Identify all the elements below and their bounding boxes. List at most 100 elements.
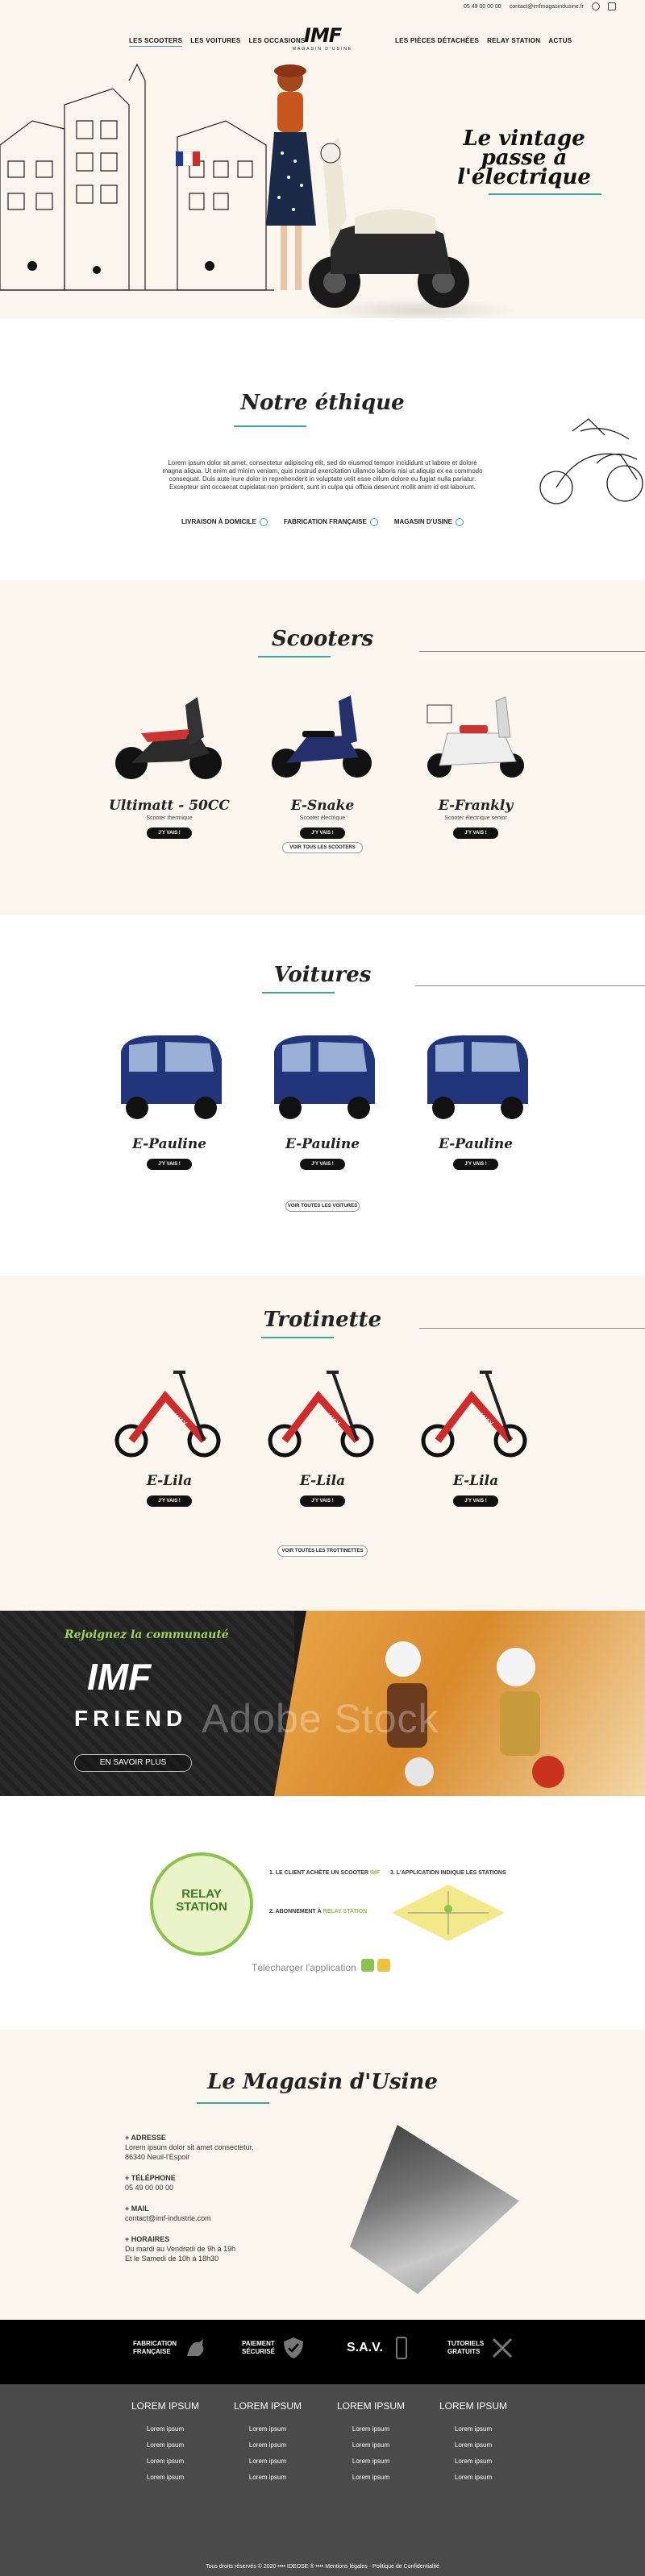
scooter-ultimatt-image (115, 697, 222, 779)
store-buttons (361, 1959, 390, 1972)
car-epauline-image (274, 1035, 375, 1119)
badge-magasin: MAGASIN D'USINE (394, 518, 464, 526)
title-rule (419, 651, 645, 652)
tools-icon (493, 2337, 513, 2358)
nav-pieces[interactable]: LES PIÈCES DÉTACHÉES (395, 37, 479, 47)
footer-link[interactable]: Lorem ipsum (117, 2454, 214, 2470)
download-app-label[interactable]: Télécharger l'application (252, 1962, 356, 1973)
product-name: E-Lila (452, 1473, 499, 1489)
hours-label: + HORAIRES (125, 2235, 170, 2243)
go-button[interactable]: J'Y VAIS ! (147, 1159, 192, 1170)
go-button[interactable]: J'Y VAIS ! (300, 828, 345, 839)
product-card[interactable]: E-Frankly Scooter électrique senior J'Y … (411, 689, 540, 839)
badge-label: MAGASIN D'USINE (393, 518, 452, 526)
footer-link[interactable]: Lorem ipsum (425, 2421, 522, 2437)
car-epauline-image (121, 1035, 222, 1119)
footer-column: LOREM IPSUM Lorem ipsum Lorem ipsum Lore… (425, 2400, 522, 2486)
car-epauline-image (427, 1035, 528, 1119)
phone-icon (395, 2337, 407, 2359)
magasin-title: Le Magasin d'Usine (207, 2070, 438, 2094)
go-button[interactable]: J'Y VAIS ! (300, 1495, 345, 1507)
trottinettes-list: E-WAY E-Lila J'Y VAIS ! E-WAY E-Lila J'Y… (105, 1364, 540, 1507)
relay-step-3: 3. L'APPLICATION INDIQUE LES STATIONS (390, 1870, 506, 1876)
go-button[interactable]: J'Y VAIS ! (453, 828, 498, 839)
shield-check-icon (283, 2337, 303, 2358)
scooter-esnake-image (272, 695, 372, 778)
scooters-title: Scooters (271, 627, 374, 651)
go-button[interactable]: J'Y VAIS ! (147, 1495, 192, 1507)
go-button[interactable]: J'Y VAIS ! (453, 1159, 498, 1170)
store-phone[interactable]: 05 49 00 00 00 (125, 2183, 286, 2192)
product-name: E-Snake (290, 798, 355, 814)
see-all-scooters-button[interactable]: VOIR TOUS LES SCOOTERS (282, 842, 363, 853)
copyright: Tous droits réservés © 2020 •••• IDEOSE … (206, 2564, 439, 2570)
product-card[interactable]: E-Snake Scooter électrique J'Y VAIS ! (258, 689, 387, 839)
product-card[interactable]: E-Pauline J'Y VAIS ! (411, 1027, 540, 1170)
product-desc: Scooter thermique (146, 815, 193, 821)
logo-mark: IMF (303, 24, 342, 47)
store-mail[interactable]: contact@imf-industrie.com (125, 2213, 286, 2223)
footer-link[interactable]: Lorem ipsum (425, 2470, 522, 2486)
footer-link[interactable]: Lorem ipsum (219, 2454, 316, 2470)
learn-more-button[interactable]: EN SAVOIR PLUS (74, 1754, 192, 1772)
product-card[interactable]: E-WAY E-Lila J'Y VAIS ! (105, 1364, 234, 1507)
store-photo (350, 2125, 519, 2294)
footer-link[interactable]: Lorem ipsum (425, 2454, 522, 2470)
trottinette-elila-image: E-WAY (268, 1371, 374, 1458)
footer-link[interactable]: Lorem ipsum (219, 2470, 316, 2486)
service-sav: S.A.V. (347, 2336, 414, 2360)
relay-section: RELAY STATION 1. LE CLIENT ACHÈTE UN SCO… (0, 1796, 645, 2030)
footer-link[interactable]: Lorem ipsum (117, 2470, 214, 2486)
google-play-icon[interactable] (361, 1959, 374, 1972)
service-tutoriels: TUTORIELS GRATUITS (447, 2336, 514, 2360)
nav-relay-station[interactable]: RELAY STATION (487, 37, 540, 47)
voitures-list: E-Pauline J'Y VAIS ! E-Pauline J'Y VAIS … (105, 1027, 540, 1170)
footer-link[interactable]: Lorem ipsum (322, 2421, 419, 2437)
cart-icon[interactable] (608, 2, 616, 10)
app-store-icon[interactable] (377, 1959, 390, 1972)
scooters-section: Scooters Ultimatt - 50CC Scooter thermiq… (0, 580, 645, 915)
see-all-cars-button[interactable]: VOIR TOUTES LES VOITURES (285, 1201, 360, 1212)
footer-link[interactable]: Lorem ipsum (322, 2470, 419, 2486)
product-card[interactable]: Ultimatt - 50CC Scooter thermique J'Y VA… (105, 689, 234, 839)
header-email[interactable]: contact@imfmagasindusine.fr (510, 4, 584, 10)
city-sketch-illustration (0, 63, 274, 291)
rooster-icon (187, 2339, 204, 2356)
footer-link[interactable]: Lorem ipsum (219, 2437, 316, 2454)
see-all-trottinettes-button[interactable]: VOIR TOUTES LES TROTTINETTES (277, 1545, 368, 1557)
footer-link[interactable]: Lorem ipsum (219, 2421, 316, 2437)
title-underline (197, 2102, 269, 2104)
account-icon[interactable] (592, 2, 600, 10)
go-button[interactable]: J'Y VAIS ! (147, 828, 192, 839)
footer-link[interactable]: Lorem ipsum (322, 2454, 419, 2470)
go-button[interactable]: J'Y VAIS ! (300, 1159, 345, 1170)
relay-step-1: 1. LE CLIENT ACHÈTE UN SCOOTER IMF (269, 1870, 381, 1876)
product-card[interactable]: E-WAY E-Lila J'Y VAIS ! (411, 1364, 540, 1507)
product-name: E-Pauline (131, 1136, 207, 1152)
product-desc: Scooter électrique senior (444, 815, 507, 821)
go-button[interactable]: J'Y VAIS ! (453, 1495, 498, 1507)
footer-link[interactable]: Lorem ipsum (322, 2437, 419, 2454)
footer-column-title: LOREM IPSUM (439, 2400, 507, 2412)
magasin-section: Le Magasin d'Usine + ADRESSE Lorem ipsum… (0, 2030, 645, 2320)
product-card[interactable]: E-Pauline J'Y VAIS ! (258, 1027, 387, 1170)
product-card[interactable]: E-Pauline J'Y VAIS ! (105, 1027, 234, 1170)
footer-column-title: LOREM IPSUM (131, 2400, 199, 2412)
nav-actus[interactable]: ACTUS (548, 37, 572, 47)
footer-link[interactable]: Lorem ipsum (117, 2437, 214, 2454)
footer-link[interactable]: Lorem ipsum (117, 2421, 214, 2437)
check-icon (456, 518, 464, 526)
product-card[interactable]: E-WAY E-Lila J'Y VAIS ! (258, 1364, 387, 1507)
footer-column: LOREM IPSUM Lorem ipsum Lorem ipsum Lore… (219, 2400, 316, 2486)
hero-section: 05 49 00 00 00 contact@imfmagasindusine.… (0, 0, 645, 318)
address-line-2: 86340 Neuil-l'Espoir (125, 2153, 190, 2161)
top-bar: 05 49 00 00 00 contact@imfmagasindusine.… (464, 0, 616, 13)
header-phone[interactable]: 05 49 00 00 00 (464, 4, 501, 10)
footer-link[interactable]: Lorem ipsum (425, 2437, 522, 2454)
site-logo[interactable]: IMF MAGASIN D'USINE (290, 24, 355, 60)
trottinette-elila-image: E-WAY (421, 1371, 527, 1458)
badge-line-2: STATION (176, 1900, 227, 1914)
trottinette-elila-image: E-WAY (114, 1371, 221, 1458)
nav-scooters[interactable]: LES SCOOTERS (129, 37, 183, 47)
nav-voitures[interactable]: LES VOITURES (190, 37, 240, 47)
